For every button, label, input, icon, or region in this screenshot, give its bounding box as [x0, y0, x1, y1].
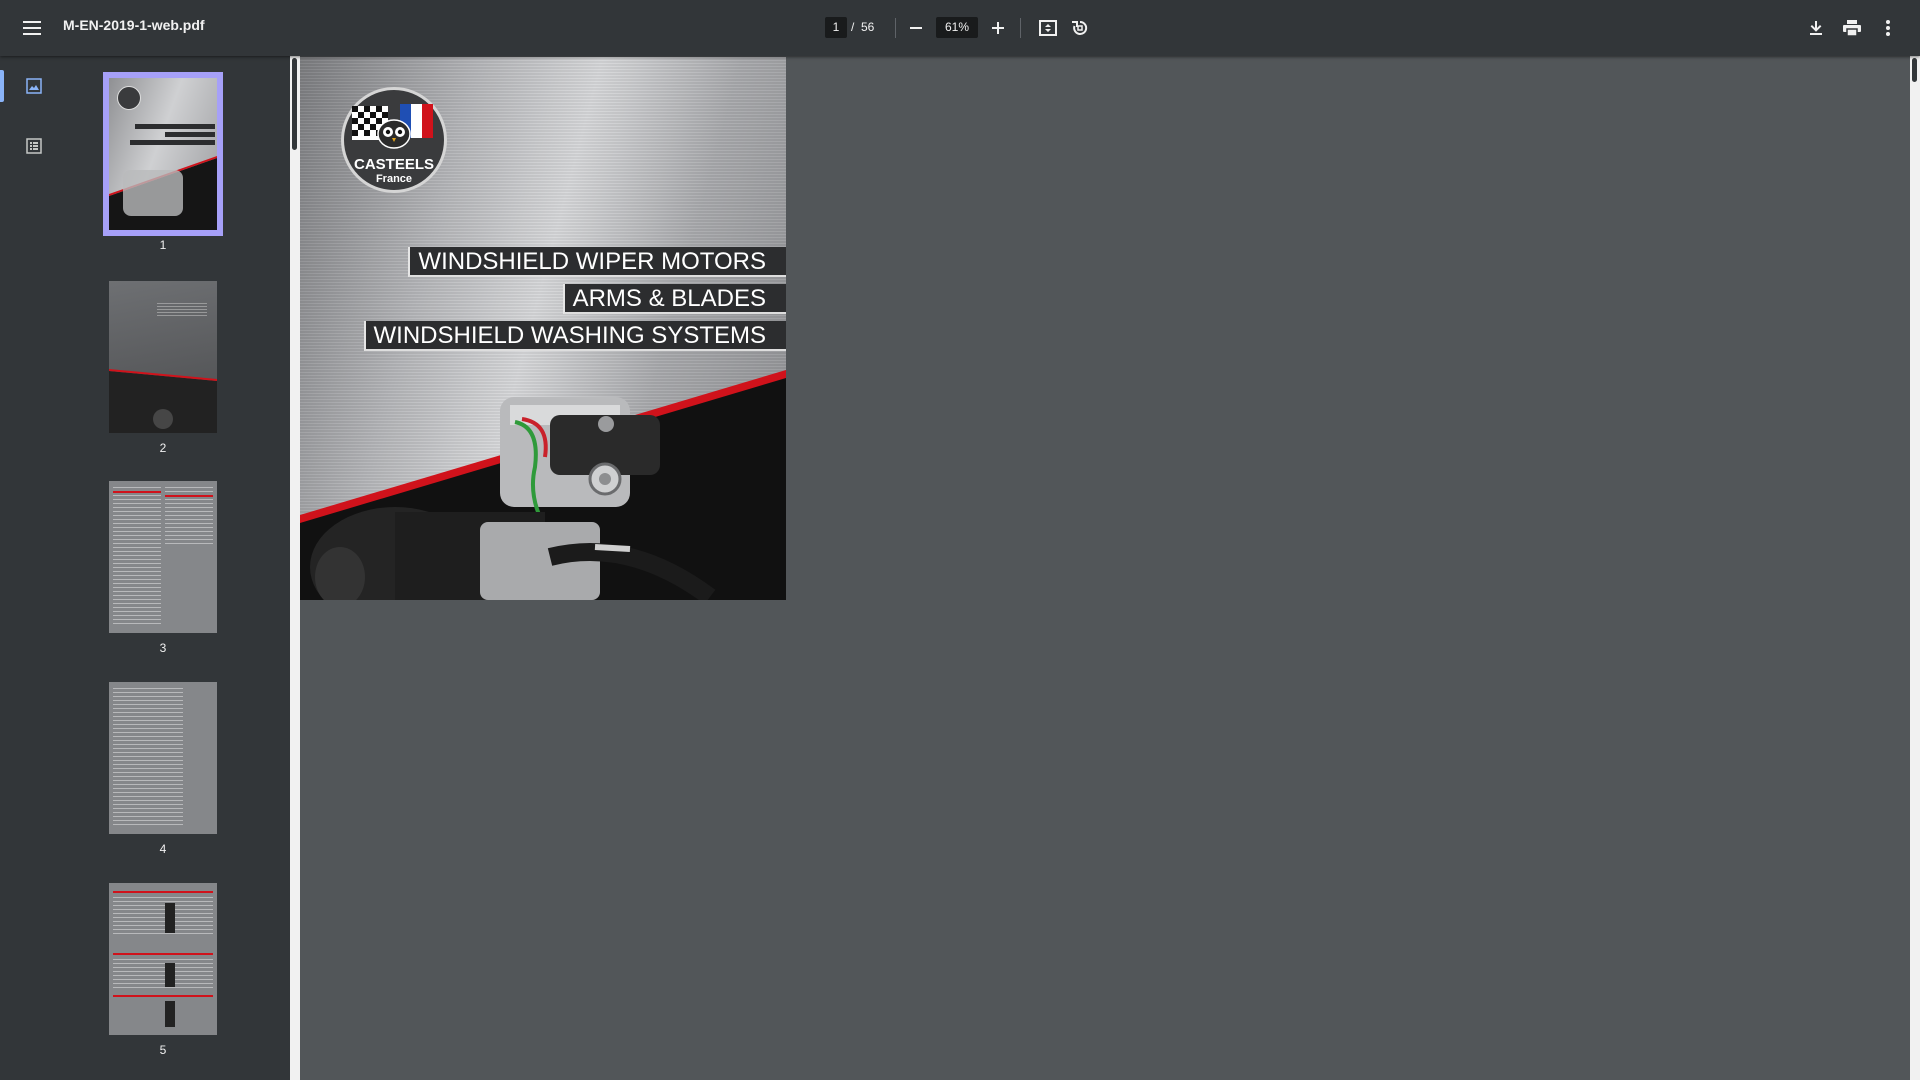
- download-icon[interactable]: [1800, 12, 1832, 44]
- thumbnail-label: 5: [159, 1043, 167, 1057]
- thumbnail-page-4[interactable]: 4: [103, 682, 223, 856]
- active-indicator: [0, 70, 4, 102]
- page-total: 56: [861, 20, 875, 34]
- zoom-out-icon[interactable]: [900, 12, 932, 44]
- thumbnails-view-icon[interactable]: [18, 70, 50, 102]
- thumbnail-image: [103, 72, 223, 236]
- viewer-scrollbar-thumb[interactable]: [1912, 58, 1917, 82]
- print-icon[interactable]: [1836, 12, 1868, 44]
- sidebar-scrollbar-thumb[interactable]: [292, 58, 297, 150]
- thumbnail-image: [109, 682, 217, 834]
- sidebar-scrollbar[interactable]: [290, 56, 300, 1080]
- viewer-scrollbar[interactable]: [1910, 56, 1920, 1080]
- thumbnail-page-1[interactable]: 1: [103, 72, 223, 252]
- menu-icon[interactable]: [16, 12, 48, 44]
- document-title: M-EN-2019-1-web.pdf: [63, 17, 205, 33]
- thumbnail-page-2[interactable]: 2: [103, 281, 223, 455]
- pdf-toolbar: M-EN-2019-1-web.pdf 1 / 56 61%: [0, 0, 1920, 56]
- page-number-input[interactable]: 1: [825, 17, 847, 38]
- thumbnail-image: [109, 481, 217, 633]
- pdf-page-1: CASTEELS France WINDSHIELD WIPER MOTORS …: [300, 57, 786, 600]
- wiper-motor-photo: [310, 397, 716, 600]
- thumbnail-page-5[interactable]: 5: [103, 883, 223, 1057]
- thumbnail-label: 2: [159, 441, 167, 455]
- toolbar-divider: [1020, 18, 1021, 38]
- thumbnail-label: 3: [159, 641, 167, 655]
- fit-to-page-icon[interactable]: [1032, 12, 1064, 44]
- thumbnail-page-3[interactable]: 3: [103, 481, 223, 655]
- thumbnail-image: [109, 281, 217, 433]
- zoom-input[interactable]: 61%: [936, 17, 978, 38]
- rotate-icon[interactable]: [1064, 12, 1096, 44]
- toolbar-divider: [895, 18, 896, 38]
- zoom-in-icon[interactable]: [982, 12, 1014, 44]
- page-separator: /: [851, 20, 855, 34]
- outline-view-icon[interactable]: [18, 130, 50, 162]
- thumbnail-image: [109, 883, 217, 1035]
- thumbnail-label: 1: [159, 238, 167, 252]
- sidebar-rail: [0, 56, 66, 1080]
- thumbnail-label: 4: [159, 842, 167, 856]
- thumbnail-sidebar: 1 2 3 4 5: [0, 56, 290, 1080]
- more-options-icon[interactable]: [1872, 12, 1904, 44]
